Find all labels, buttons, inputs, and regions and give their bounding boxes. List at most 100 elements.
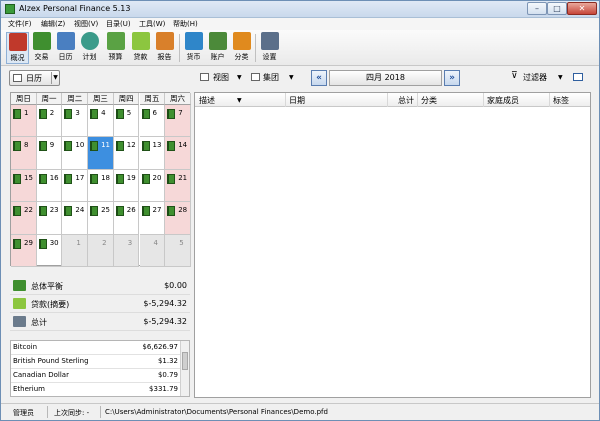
calendar-day[interactable]: 18 — [88, 169, 114, 203]
calendar-day[interactable]: 23 — [36, 202, 63, 235]
currency-rate: $0.79 — [157, 371, 178, 379]
column-divider[interactable] — [483, 93, 484, 107]
column-divider[interactable] — [285, 93, 286, 107]
toolbar-transactions-button[interactable]: 交易 — [30, 32, 53, 64]
calendar-day[interactable]: 15 — [11, 169, 37, 203]
calendar-day[interactable]: 26 — [113, 202, 140, 235]
calendar-day[interactable]: 1 — [11, 105, 37, 138]
calendar-day[interactable]: 24 — [62, 202, 89, 235]
group-menu-button[interactable]: 集团 — [263, 72, 279, 83]
transactions-book-icon — [115, 173, 124, 184]
day-number: 19 — [126, 173, 136, 182]
scale-icon — [13, 316, 26, 327]
column-header-description[interactable]: 描述 — [199, 95, 215, 106]
toolbar-settings-button[interactable]: 设置 — [258, 32, 281, 64]
column-divider[interactable] — [417, 93, 418, 107]
close-button[interactable]: ✕ — [567, 2, 597, 15]
panel-layout-icon[interactable] — [573, 73, 583, 81]
calendar-day[interactable]: 25 — [88, 202, 114, 235]
calendar-day[interactable]: 19 — [113, 169, 140, 203]
minimize-button[interactable]: – — [527, 2, 547, 15]
column-header-tags[interactable]: 标签 — [553, 95, 569, 106]
menu-file[interactable]: 文件(F) — [8, 19, 32, 29]
summary-value: $0.00 — [164, 281, 187, 290]
calendar-day[interactable]: 4 — [88, 105, 114, 138]
transactions-table: 描述 ▼ 日期 总计 分类 家庭成员 标签 — [194, 92, 591, 398]
calendar-day[interactable]: 28 — [165, 202, 191, 235]
report-chart-icon — [155, 32, 174, 50]
toolbar-calendar-button[interactable]: 日历 — [54, 32, 77, 64]
column-header-date[interactable]: 日期 — [289, 95, 305, 106]
menu-catalog[interactable]: 目录(U) — [106, 19, 131, 29]
calendar-day[interactable]: 7 — [165, 105, 191, 138]
toolbar-report-button[interactable]: 报告 — [153, 32, 176, 64]
filter-button[interactable]: 过滤器 — [523, 72, 547, 83]
weekday-header: 周二 — [62, 93, 89, 105]
toolbar-loan-button[interactable]: 贷款 — [129, 32, 152, 64]
next-month-button[interactable]: » — [444, 70, 460, 86]
calendar-day[interactable]: 12 — [113, 137, 140, 170]
list-item[interactable]: British Pound Sterling $1.32 — [11, 355, 180, 369]
calendar-day[interactable]: 9 — [36, 137, 63, 170]
list-item[interactable]: Bitcoin $6,626.97 — [11, 341, 180, 355]
list-item[interactable]: Etherium $331.79 — [11, 383, 180, 396]
previous-month-button[interactable]: « — [311, 70, 327, 86]
calendar-day-next-month[interactable]: 2 — [88, 234, 114, 267]
column-header-family-member[interactable]: 家庭成员 — [487, 95, 519, 106]
view-mode-dropdown[interactable]: 日历 ▼ — [9, 70, 60, 86]
toolbar-categories-button[interactable]: 分类 — [230, 32, 253, 64]
calendar-day[interactable]: 5 — [113, 105, 140, 138]
calendar-day[interactable]: 8 — [11, 137, 37, 170]
summary-row[interactable]: 总计 $-5,294.32 — [10, 313, 190, 331]
summary-row[interactable]: 贷款(摘要) $-5,294.32 — [10, 295, 190, 313]
calendar-day[interactable]: 6 — [139, 105, 166, 138]
status-bar: 管理员 上次同步: - C:\Users\Administrator\Docum… — [1, 403, 599, 420]
toolbar-currency-button[interactable]: 货币 — [182, 32, 205, 64]
calendar-day[interactable]: 2 — [36, 105, 63, 138]
menu-help[interactable]: 帮助(H) — [173, 19, 198, 29]
toolbar-label: 账户 — [210, 53, 225, 61]
calendar-day-selected[interactable]: 11 — [88, 137, 114, 170]
toolbar-label: 设置 — [262, 53, 277, 61]
scrollbar-thumb[interactable] — [182, 352, 188, 370]
calendar-day[interactable]: 16 — [36, 169, 63, 203]
month-display[interactable]: 四月 2018 — [329, 70, 442, 86]
calendar-day[interactable]: 22 — [11, 202, 37, 235]
calendar-day[interactable]: 27 — [139, 202, 166, 235]
column-divider[interactable] — [387, 93, 388, 107]
day-number: 7 — [178, 109, 183, 117]
calendar-day[interactable]: 30 — [36, 234, 63, 267]
calendar-day[interactable]: 20 — [139, 169, 166, 203]
calendar-day[interactable]: 13 — [139, 137, 166, 170]
toolbar-overview-button[interactable]: 概况 — [6, 32, 29, 64]
column-divider[interactable] — [549, 93, 550, 107]
chevron-down-icon: ▼ — [558, 74, 563, 81]
calendar-day[interactable]: 21 — [165, 169, 191, 203]
menu-edit[interactable]: 编辑(Z) — [41, 19, 65, 29]
summary-row[interactable]: 总体平衡 $0.00 — [10, 277, 190, 295]
column-header-total[interactable]: 总计 — [398, 95, 414, 106]
calendar-day[interactable]: 10 — [62, 137, 89, 170]
toolbar-accounts-button[interactable]: 账户 — [206, 32, 229, 64]
calendar-day[interactable]: 29 — [11, 234, 37, 267]
menu-bar: 文件(F) 编辑(Z) 视图(V) 目录(U) 工具(W) 帮助(H) — [1, 18, 599, 30]
calendar-day-next-month[interactable]: 5 — [165, 234, 191, 267]
maximize-button[interactable]: □ — [547, 2, 567, 15]
calendar-day-next-month[interactable]: 4 — [139, 234, 166, 267]
toolbar-plan-button[interactable]: 计划 — [78, 32, 101, 64]
scrollbar[interactable] — [180, 341, 189, 396]
menu-tools[interactable]: 工具(W) — [139, 19, 165, 29]
day-number: 11 — [101, 141, 111, 150]
calendar-day-next-month[interactable]: 1 — [62, 234, 89, 267]
calendar-day[interactable]: 17 — [62, 169, 89, 203]
calendar-day-next-month[interactable]: 3 — [113, 234, 140, 267]
calendar-day[interactable]: 14 — [165, 137, 191, 170]
menu-view[interactable]: 视图(V) — [74, 19, 98, 29]
view-menu-button[interactable]: 视图 — [213, 72, 229, 83]
app-window: Alzex Personal Finance 5.13 – □ ✕ 文件(F) … — [0, 0, 600, 421]
list-item[interactable]: Canadian Dollar $0.79 — [11, 369, 180, 383]
toolbar-budget-button[interactable]: 预算 — [104, 32, 127, 64]
calendar-day[interactable]: 3 — [62, 105, 89, 138]
column-header-category[interactable]: 分类 — [421, 95, 437, 106]
transactions-book-icon — [167, 141, 176, 152]
